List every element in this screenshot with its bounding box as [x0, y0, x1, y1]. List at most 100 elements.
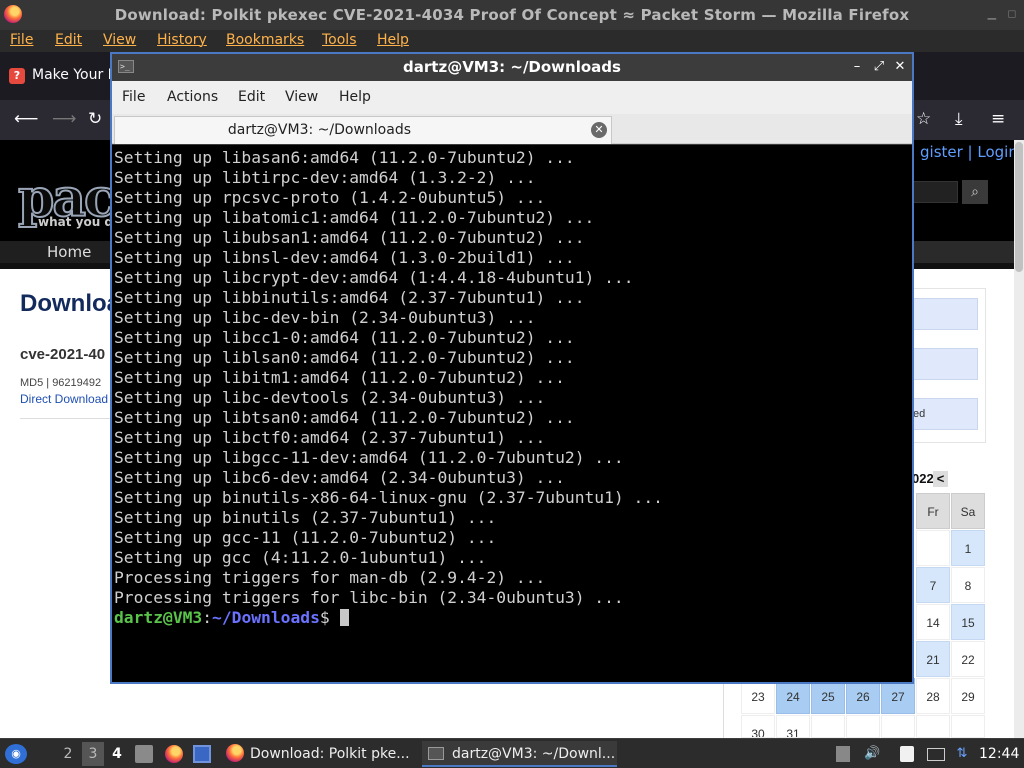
terminal-title: dartz@VM3: ~/Downloads [403, 58, 621, 76]
volume-icon[interactable]: 🔊 [864, 746, 880, 762]
side-box-label: ed [913, 408, 926, 420]
terminal-line: Processing triggers for libc-bin (2.34-0… [114, 588, 624, 607]
firefox-icon [226, 744, 244, 762]
workspace-4[interactable]: 4 [106, 742, 128, 766]
menu-help[interactable]: Help [377, 32, 409, 48]
terminal-tab[interactable]: dartz@VM3: ~/Downloads ✕ [114, 116, 612, 144]
downloads-icon[interactable]: ⤓ [955, 109, 963, 129]
divider [20, 418, 112, 419]
calendar-day [881, 715, 915, 738]
calendar-header: Fr [916, 493, 950, 529]
terminal-menu-view[interactable]: View [285, 89, 318, 105]
terminal-titlebar[interactable]: >_ dartz@VM3: ~/Downloads – ⤢ ✕ [112, 54, 912, 81]
divider [723, 682, 724, 738]
minimize-icon[interactable]: ▁ [986, 8, 998, 20]
calendar-day [846, 715, 880, 738]
taskbar-task-firefox[interactable]: Download: Polkit pke... [222, 741, 412, 767]
workspace-2[interactable]: 2 [57, 742, 79, 766]
terminal-tabbar: dartz@VM3: ~/Downloads ✕ [112, 114, 912, 144]
menu-tools[interactable]: Tools [322, 32, 357, 48]
terminal-line: Setting up libc6-dev:amd64 (2.34-0ubuntu… [114, 468, 565, 487]
reload-icon[interactable]: ↻ [88, 109, 102, 129]
terminal-line: Setting up binutils (2.37-7ubuntu1) ... [114, 508, 497, 527]
page-scrollbar-thumb[interactable] [1015, 142, 1023, 272]
notes-icon[interactable] [900, 746, 914, 762]
close-icon[interactable]: ✕ [892, 59, 908, 75]
taskbar-task-label: dartz@VM3: ~/Downl... [452, 746, 616, 762]
prompt-separator: : [202, 608, 213, 627]
calendar-day[interactable]: 15 [951, 604, 985, 640]
calendar-prev-button[interactable]: < [933, 471, 948, 487]
prompt-user: dartz@VM3 [114, 608, 203, 627]
firefox-tab[interactable]: Make Your P [32, 67, 116, 83]
page-heading: Downloa [20, 290, 120, 317]
calendar-day [916, 530, 950, 566]
forward-icon[interactable]: ⟶ [52, 109, 76, 129]
menu-edit[interactable]: Edit [55, 32, 82, 48]
terminal-menubar: File Actions Edit View Help [112, 81, 912, 114]
bookmark-star-icon[interactable]: ☆ [916, 109, 931, 129]
calendar-day: 30 [741, 715, 775, 738]
register-login-links[interactable]: gister | Login [920, 143, 1018, 161]
calendar-day[interactable]: 7 [916, 567, 950, 603]
search-icon[interactable]: ⌕ [962, 180, 988, 204]
terminal-menu-edit[interactable]: Edit [238, 89, 265, 105]
firefox-launcher-icon[interactable] [165, 745, 183, 763]
terminal-window: >_ dartz@VM3: ~/Downloads – ⤢ ✕ File Act… [110, 52, 914, 684]
clipboard-icon[interactable] [836, 746, 850, 762]
terminal-menu-actions[interactable]: Actions [167, 89, 218, 105]
file-manager-icon[interactable] [135, 745, 153, 763]
calendar-day: 29 [951, 678, 985, 714]
taskbar-task-terminal[interactable]: dartz@VM3: ~/Downl... [422, 741, 617, 767]
calendar-day[interactable]: 21 [916, 641, 950, 677]
menu-history[interactable]: History [157, 32, 207, 48]
terminal-line: Setting up libtsan0:amd64 (11.2.0-7ubunt… [114, 408, 575, 427]
network-icon[interactable]: ⇅ [954, 746, 970, 762]
terminal-line: Setting up libcc1-0:amd64 (11.2.0-7ubunt… [114, 328, 575, 347]
terminal-line: Setting up libtirpc-dev:amd64 (1.3.2-2) … [114, 168, 536, 187]
minimize-icon[interactable]: – [849, 59, 865, 75]
terminal-line: Setting up liblsan0:amd64 (11.2.0-7ubunt… [114, 348, 575, 367]
file-title[interactable]: cve-2021-40 [20, 346, 105, 363]
terminal-line: Setting up binutils-x86-64-linux-gnu (2.… [114, 488, 663, 507]
terminal-output[interactable]: Setting up libasan6:amd64 (11.2.0-7ubunt… [112, 145, 912, 682]
terminal-menu-help[interactable]: Help [339, 89, 371, 105]
tab-favicon-icon: ? [9, 68, 25, 84]
menu-view[interactable]: View [103, 32, 136, 48]
md5-text: MD5 | 96219492 [20, 377, 102, 389]
terminal-line: Setting up libc-devtools (2.34-0ubuntu3)… [114, 388, 546, 407]
nav-home[interactable]: Home [0, 241, 110, 263]
firefox-titlebar: Download: Polkit pkexec CVE-2021-4034 Pr… [0, 0, 1024, 30]
calendar-day[interactable]: 1 [951, 530, 985, 566]
prompt-path: ~/Downloads [212, 608, 320, 627]
terminal-line: Setting up libcrypt-dev:amd64 (1:4.4.18-… [114, 268, 634, 287]
start-menu-icon[interactable]: ◉ [5, 744, 27, 764]
menu-file[interactable]: File [10, 32, 33, 48]
side-box[interactable] [912, 298, 978, 330]
menu-bookmarks[interactable]: Bookmarks [226, 32, 304, 48]
terminal-tab-label: dartz@VM3: ~/Downloads [227, 122, 411, 138]
maximize-icon[interactable]: ◻ [1006, 8, 1018, 20]
show-desktop-icon[interactable] [193, 745, 211, 763]
calendar-day: 31 [776, 715, 810, 738]
terminal-line: Setting up gcc (4:11.2.0-1ubuntu1) ... [114, 548, 487, 567]
direct-download-link[interactable]: Direct Download [20, 392, 108, 406]
taskbar-task-label: Download: Polkit pke... [250, 746, 410, 762]
workspace-3[interactable]: 3 [82, 742, 104, 766]
terminal-line: Setting up libatomic1:amd64 (11.2.0-7ubu… [114, 208, 595, 227]
terminal-line: Setting up libitm1:amd64 (11.2.0-7ubuntu… [114, 368, 565, 387]
terminal-line: Setting up gcc-11 (11.2.0-7ubuntu2) ... [114, 528, 497, 547]
back-icon[interactable]: ⟵ [14, 109, 38, 129]
app-menu-icon[interactable]: ≡ [991, 109, 1005, 129]
terminal-lines: Setting up libasan6:amd64 (11.2.0-7ubunt… [114, 148, 663, 628]
close-tab-icon[interactable]: ✕ [591, 122, 607, 138]
firefox-menubar: File Edit View History Bookmarks Tools H… [0, 30, 1024, 52]
text-cursor [340, 609, 350, 626]
taskbar: ◉ 2 3 4 Download: Polkit pke... dartz@VM… [0, 738, 1024, 768]
display-icon[interactable] [927, 748, 945, 761]
calendar-day: 22 [951, 641, 985, 677]
terminal-menu-file[interactable]: File [122, 89, 145, 105]
site-tagline: what you do [38, 215, 122, 229]
side-box[interactable] [912, 348, 978, 380]
maximize-icon[interactable]: ⤢ [871, 59, 887, 75]
